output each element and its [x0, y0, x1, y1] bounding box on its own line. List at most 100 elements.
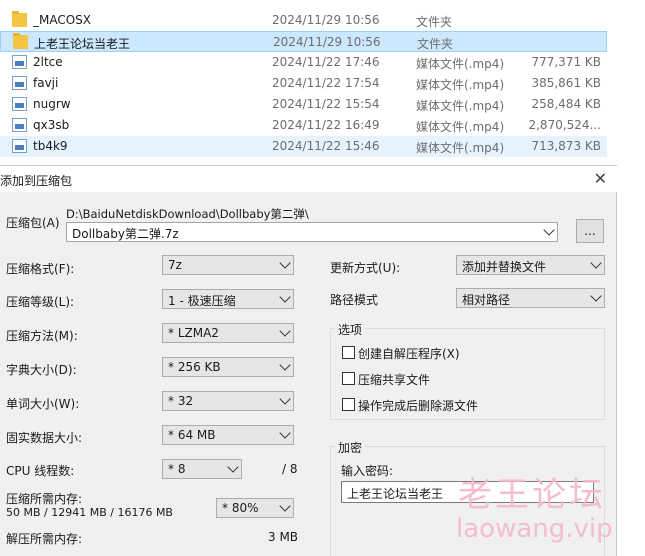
- mem-percent-select[interactable]: * 80%: [216, 498, 294, 518]
- file-date: 2024/11/22 15:46: [272, 139, 380, 153]
- dialog-titlebar[interactable]: 添加到压缩包 ✕: [0, 166, 617, 192]
- delete-after-label: 操作完成后删除源文件: [358, 399, 479, 413]
- update-select[interactable]: 添加并替换文件: [456, 255, 605, 275]
- folder-icon: [13, 33, 28, 49]
- threads-total: / 8: [282, 462, 298, 476]
- pathmode-value: 相对路径: [462, 293, 511, 307]
- chevron-down-icon: [227, 461, 239, 473]
- file-date: 2024/11/22 17:54: [272, 76, 380, 90]
- file-name: qx3sb: [33, 118, 70, 132]
- mem-label: 压缩所需内存:: [6, 492, 83, 506]
- dict-select[interactable]: * 256 KB: [162, 357, 294, 377]
- chevron-down-icon: [279, 291, 291, 303]
- background-edge: [617, 165, 645, 556]
- file-size: 258,484 KB: [531, 97, 601, 111]
- file-row-qx3sb[interactable]: qx3sb 2024/11/22 16:49 媒体文件(.mp4) 2,870,…: [0, 115, 607, 136]
- chevron-down-icon: [279, 257, 291, 269]
- file-row-favji[interactable]: favji 2024/11/22 17:54 媒体文件(.mp4) 385,86…: [0, 73, 607, 94]
- sfx-label: 创建自解压程序(X): [358, 347, 460, 361]
- mem-value: 50 MB / 12941 MB / 16176 MB: [6, 506, 173, 519]
- level-value: 1 - 极速压缩: [168, 294, 236, 308]
- method-select[interactable]: * LZMA2: [162, 323, 294, 343]
- file-date: 2024/11/22 15:54: [272, 97, 380, 111]
- level-label: 压缩等级(L):: [6, 295, 75, 309]
- file-row-2ltce[interactable]: 2ltce 2024/11/22 17:46 媒体文件(.mp4) 777,37…: [0, 52, 607, 73]
- file-type: 文件夹: [416, 15, 453, 29]
- password-label: 输入密码:: [341, 464, 394, 478]
- archive-name-value: Dollbaby第二弹.7z: [72, 227, 179, 241]
- pathmode-label: 路径模式: [330, 293, 379, 307]
- file-name: nugrw: [33, 97, 71, 111]
- decomp-value: 3 MB: [268, 530, 299, 544]
- update-label: 更新方式(U):: [330, 261, 401, 275]
- chevron-down-icon: [279, 359, 291, 371]
- solid-select[interactable]: * 64 MB: [162, 425, 294, 445]
- dialog-title: 添加到压缩包: [0, 174, 73, 188]
- dict-label: 字典大小(D):: [6, 363, 77, 377]
- file-size: 385,861 KB: [531, 76, 601, 90]
- archive-name-combo[interactable]: Dollbaby第二弹.7z: [66, 222, 558, 242]
- file-list: _MACOSX 2024/11/29 10:56 文件夹 上老王论坛当老王 20…: [0, 0, 645, 164]
- threads-value: * 8: [168, 462, 186, 476]
- file-size: 713,873 KB: [531, 139, 601, 153]
- dict-value: * 256 KB: [168, 360, 221, 374]
- media-file-icon: [12, 55, 27, 69]
- file-type: 媒体文件(.mp4): [416, 120, 505, 134]
- solid-value: * 64 MB: [168, 428, 216, 442]
- pathmode-select[interactable]: 相对路径: [456, 288, 605, 308]
- level-select[interactable]: 1 - 极速压缩: [162, 289, 294, 309]
- shared-files-checkbox[interactable]: [342, 372, 355, 385]
- folder-icon: [12, 11, 27, 27]
- file-date: 2024/11/29 10:56: [272, 13, 380, 27]
- file-name: favji: [33, 76, 59, 90]
- file-row-macosx[interactable]: _MACOSX 2024/11/29 10:56 文件夹: [0, 10, 607, 31]
- chevron-down-icon: [590, 290, 602, 302]
- word-label: 单词大小(W):: [6, 397, 80, 411]
- browse-button[interactable]: ...: [576, 219, 604, 243]
- chevron-down-icon: [279, 427, 291, 439]
- watermark-text: 老王论坛: [458, 475, 606, 515]
- decomp-label: 解压所需内存:: [6, 532, 83, 546]
- file-type: 媒体文件(.mp4): [416, 57, 505, 71]
- word-select[interactable]: * 32: [162, 391, 294, 411]
- chevron-down-icon: [279, 500, 291, 512]
- file-row-folder-selected[interactable]: 上老王论坛当老王 2024/11/29 10:56 文件夹: [0, 31, 607, 52]
- update-value: 添加并替换文件: [462, 260, 547, 274]
- chevron-down-icon: [543, 224, 555, 236]
- archive-label: 压缩包(A): [6, 216, 60, 230]
- file-row-tb4k9[interactable]: tb4k9 2024/11/22 15:46 媒体文件(.mp4) 713,87…: [0, 136, 607, 157]
- shared-files-label: 压缩共享文件: [358, 373, 431, 387]
- file-size: 777,371 KB: [531, 55, 601, 69]
- sfx-checkbox[interactable]: [342, 346, 355, 359]
- format-select[interactable]: 7z: [162, 255, 294, 275]
- file-date: 2024/11/22 17:46: [272, 55, 380, 69]
- method-value: * LZMA2: [168, 326, 219, 340]
- file-date: 2024/11/29 10:56: [273, 35, 381, 49]
- media-file-icon: [12, 118, 27, 132]
- media-file-icon: [12, 76, 27, 90]
- method-label: 压缩方法(M):: [6, 329, 78, 343]
- watermark-url: laowang.vip: [456, 514, 613, 544]
- file-type: 媒体文件(.mp4): [416, 141, 505, 155]
- file-name: 上老王论坛当老王: [34, 37, 131, 51]
- solid-label: 固实数据大小:: [6, 431, 83, 445]
- media-file-icon: [12, 139, 27, 153]
- archive-path: D:\BaiduNetdiskDownload\Dollbaby第二弹\: [66, 207, 309, 221]
- mem-percent-value: * 80%: [222, 501, 259, 515]
- file-name: tb4k9: [33, 139, 68, 153]
- file-type: 媒体文件(.mp4): [416, 78, 505, 92]
- format-label: 压缩格式(F):: [6, 262, 75, 276]
- options-title: 选项: [335, 321, 366, 338]
- threads-select[interactable]: * 8: [162, 459, 242, 479]
- file-row-nugrw[interactable]: nugrw 2024/11/22 15:54 媒体文件(.mp4) 258,48…: [0, 94, 607, 115]
- file-size: 2,870,524...: [528, 118, 601, 132]
- media-file-icon: [12, 97, 27, 111]
- chevron-down-icon: [590, 257, 602, 269]
- file-date: 2024/11/22 16:49: [272, 118, 380, 132]
- delete-after-checkbox[interactable]: [342, 398, 355, 411]
- file-name: _MACOSX: [33, 13, 92, 27]
- file-name: 2ltce: [33, 55, 63, 69]
- close-icon[interactable]: ✕: [594, 169, 607, 188]
- threads-label: CPU 线程数:: [6, 464, 75, 478]
- chevron-down-icon: [279, 325, 291, 337]
